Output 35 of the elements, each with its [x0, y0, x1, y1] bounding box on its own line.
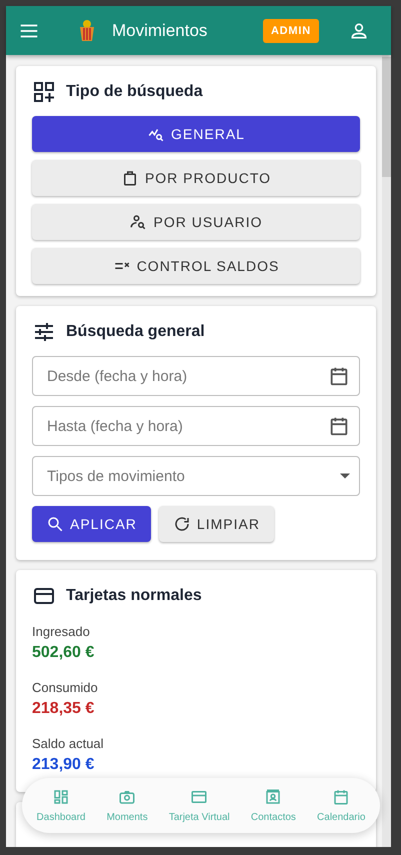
- calendar-icon: [328, 365, 350, 387]
- search-icon: [46, 515, 64, 533]
- date-field[interactable]: Desde (fecha y hora): [32, 356, 360, 396]
- card-icon: [190, 788, 208, 806]
- contact-icon: [264, 788, 282, 806]
- search-type-button[interactable]: POR PRODUCTO: [32, 160, 360, 196]
- stat-value: 213,90 €: [32, 756, 96, 774]
- refresh-icon: [172, 515, 191, 533]
- stat-value: 502,60 €: [32, 644, 96, 662]
- dashboard-icon: [52, 788, 70, 806]
- user-search-icon: [129, 213, 148, 231]
- grid-plus-icon: [32, 80, 56, 104]
- stat-label: Saldo actual: [32, 736, 105, 751]
- sliders-icon: [32, 320, 56, 344]
- card-title: Tarjetas normales: [66, 587, 202, 605]
- calendar-icon: [328, 415, 350, 437]
- page-title: Movimientos: [112, 20, 208, 40]
- search-type-button[interactable]: GENERAL: [32, 116, 360, 152]
- stat-label: Consumido: [32, 680, 99, 695]
- stat-value: 218,35 €: [32, 700, 96, 718]
- camera-icon: [118, 788, 136, 806]
- date-field[interactable]: Hasta (fecha y hora): [32, 406, 360, 446]
- stat-label: Ingresado: [32, 624, 91, 639]
- search-type-button[interactable]: POR USUARIO: [32, 204, 360, 240]
- dropdown-caret-icon: [340, 474, 350, 478]
- clear-button[interactable]: LIMPIAR: [158, 506, 274, 542]
- role-badge: ADMIN: [262, 18, 319, 42]
- search-type-button[interactable]: CONTROL SALDOS: [32, 248, 360, 284]
- calendar-icon: [332, 788, 350, 806]
- card-title: Búsqueda general: [66, 323, 205, 341]
- card-title: Tipo de búsqueda: [66, 83, 203, 101]
- account-icon[interactable]: [349, 20, 369, 40]
- movement-type-select[interactable]: Tipos de movimiento: [32, 456, 360, 496]
- apply-button[interactable]: APLICAR: [32, 506, 151, 542]
- scrollbar[interactable]: [382, 55, 391, 847]
